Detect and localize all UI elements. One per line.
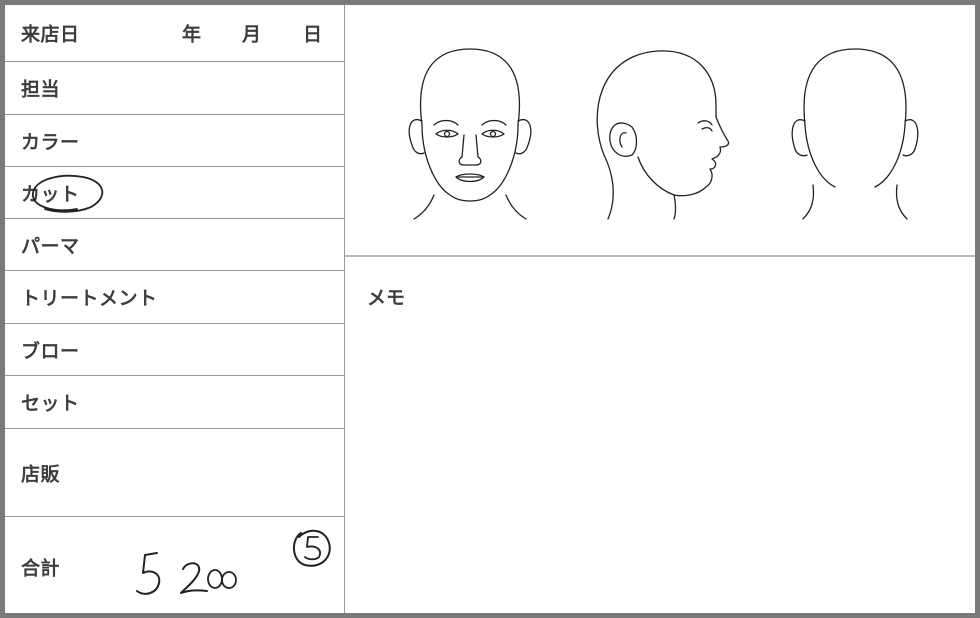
service-checklist-panel: 来店日 年 月 日 担当 カラー カット パーマ トリートメント ブロー セット… xyxy=(5,5,345,613)
set-label: セット xyxy=(21,392,80,415)
perm-label: パーマ xyxy=(21,235,80,257)
month-label: 月 xyxy=(242,23,262,46)
head-front-icon xyxy=(408,48,532,220)
handwritten-circle-mark xyxy=(32,174,104,213)
blow-row[interactable]: ブロー xyxy=(5,324,344,376)
retail-row[interactable]: 店販 xyxy=(5,429,344,517)
visit-date-label: 来店日 xyxy=(21,23,80,46)
day-label: 日 xyxy=(303,23,323,46)
cut-row[interactable]: カット xyxy=(5,167,344,219)
head-diagram-area xyxy=(345,5,975,257)
visit-date-row[interactable]: 来店日 年 月 日 xyxy=(5,5,344,62)
treatment-row[interactable]: トリートメント xyxy=(5,271,344,324)
staff-label: 担当 xyxy=(21,78,61,101)
handwritten-total-amount xyxy=(136,529,331,595)
memo-area[interactable]: メモ xyxy=(345,257,975,613)
head-back-icon xyxy=(791,48,919,220)
staff-row[interactable]: 担当 xyxy=(5,62,344,115)
blow-label: ブロー xyxy=(21,340,80,362)
year-label: 年 xyxy=(182,23,202,46)
total-row[interactable]: 合計 xyxy=(5,517,344,613)
color-label: カラー xyxy=(21,131,80,153)
color-row[interactable]: カラー xyxy=(5,115,344,167)
head-side-icon xyxy=(596,50,730,220)
memo-label: メモ xyxy=(367,287,406,309)
retail-label: 店販 xyxy=(21,463,61,485)
perm-row[interactable]: パーマ xyxy=(5,219,344,271)
set-row[interactable]: セット xyxy=(5,376,344,429)
treatment-label: トリートメント xyxy=(21,287,158,310)
